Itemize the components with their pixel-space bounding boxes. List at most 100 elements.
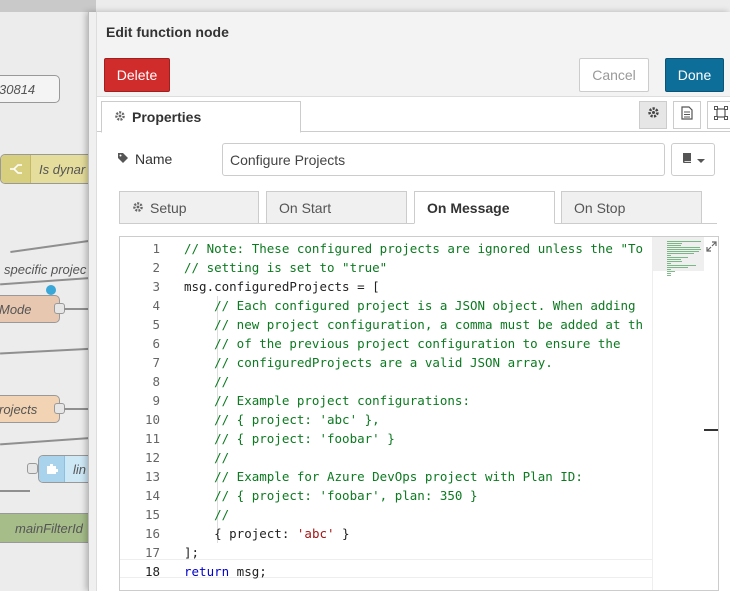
name-label-text: Name [135,151,173,167]
cog-icon [114,109,126,125]
flow-node-label: lin [73,461,87,477]
minimap-line [667,267,689,268]
tab-label: On Message [427,199,510,216]
code-line: // [184,507,230,522]
code-line: // Example project configurations: [184,393,470,408]
name-label: Name [117,151,172,167]
minimap-line [667,269,671,270]
code-text: } [334,526,350,541]
properties-tab-bar: Properties [97,98,730,133]
minimap-line [667,271,676,272]
tab-label: On Start [279,199,332,216]
code-area[interactable]: // Note: These configured projects are i… [184,237,652,590]
code-string: 'abc' [296,526,335,541]
code-editor[interactable]: 1 2 3 4 5 6 7 8 9 10 11 12 13 14 15 16 17 18 // Note: The… [119,236,719,591]
wire [10,239,96,253]
code-line: // { project: 'foobar' } [184,431,395,446]
line-number: 8 [152,374,160,389]
vertical-scrollbar[interactable] [704,237,718,590]
line-number: 14 [144,488,160,503]
code-line: ]; [184,545,200,560]
flow-node-label: rojects [0,401,38,417]
tray-title: Edit function node [106,24,229,40]
wire [0,276,96,286]
flow-node-label: Mode [0,301,32,317]
code-line: // { project: 'foobar', plan: 350 } [184,488,478,503]
line-number: 2 [152,260,160,275]
flow-node-filter[interactable]: mainFilterId [0,513,96,543]
tag-icon [117,151,129,167]
tab-label: On Stop [574,199,626,216]
line-number: 7 [152,355,160,370]
tab-on-start[interactable]: On Start [266,191,407,224]
document-icon [681,105,693,125]
code-line: // Each configured project is a JSON obj… [184,298,636,313]
line-number-gutter: 1 2 3 4 5 6 7 8 9 10 11 12 13 14 15 16 17 18 [120,237,172,590]
code-line: return msg; [184,562,267,581]
code-line: // setting is set to "true" [184,260,388,275]
minimap-line [667,243,682,244]
cog-icon [132,200,144,216]
tab-properties[interactable]: Properties [101,101,301,133]
canvas-top-strip [0,0,96,12]
minimap-line [667,241,701,242]
minimap-line [667,255,671,256]
delete-button[interactable]: Delete [104,58,170,92]
description-tab-button[interactable] [673,101,701,129]
flow-node-label: mainFilterId [15,520,83,536]
minimap-line [667,251,699,252]
tab-setup[interactable]: Setup [119,191,259,224]
minimap-line [667,261,683,262]
edit-tray: Edit function node Delete Cancel Done Pr… [88,12,730,591]
book-icon [681,151,693,169]
puzzle-icon [39,456,65,482]
minimap-line [667,265,697,266]
line-number: 16 [144,526,160,541]
line-number: 10 [144,412,160,427]
line-number: 13 [144,469,160,484]
line-number: 4 [152,298,160,313]
line-number: 9 [152,393,160,408]
cancel-button[interactable]: Cancel [579,58,649,92]
code-text: { project: [184,526,297,541]
flow-canvas[interactable]: 30814 Is dynar specific projec Mode roje… [0,0,96,591]
wire [0,436,96,446]
tab-label: Properties [132,109,202,125]
done-button[interactable]: Done [665,58,724,92]
switch-icon [1,155,31,183]
code-line: // configuredProjects are a valid JSON a… [184,355,553,370]
line-number: 5 [152,317,160,332]
code-text: msg; [229,564,267,579]
code-line: // Note: These configured projects are i… [184,241,644,256]
minimap-line [667,257,688,258]
node-port[interactable] [27,463,38,474]
wire [0,490,30,492]
line-number: 1 [152,241,160,256]
comment-text: specific projec [4,262,87,277]
minimap-line [667,273,671,274]
name-input[interactable]: Configure Projects [222,143,665,176]
tray-resize-handle[interactable] [89,12,97,591]
expand-icon[interactable] [704,239,718,253]
wire [0,347,96,355]
minimap[interactable] [652,237,705,590]
code-line: { project: 'abc' } [184,524,350,543]
minimap-line [667,259,682,260]
line-number: 15 [144,507,160,522]
flow-node-projects[interactable]: rojects [0,395,60,423]
appearance-tab-button[interactable] [707,101,730,129]
tab-on-message[interactable]: On Message [414,191,555,224]
flow-node-label: Is dynar [39,161,86,177]
flow-node-30814[interactable]: 30814 [0,75,60,103]
function-library-button[interactable] [671,143,715,176]
scrollbar-marker [704,429,718,431]
code-line: // [184,450,230,465]
flow-node-switch[interactable]: Is dynar [0,154,96,184]
tab-on-stop[interactable]: On Stop [561,191,702,224]
flow-node-mode[interactable]: Mode [0,295,60,323]
settings-tab-button[interactable] [639,101,667,129]
flow-node-label: 30814 [0,81,36,97]
cog-icon [647,106,660,124]
minimap-line [667,275,671,276]
code-keyword: return [184,564,230,579]
